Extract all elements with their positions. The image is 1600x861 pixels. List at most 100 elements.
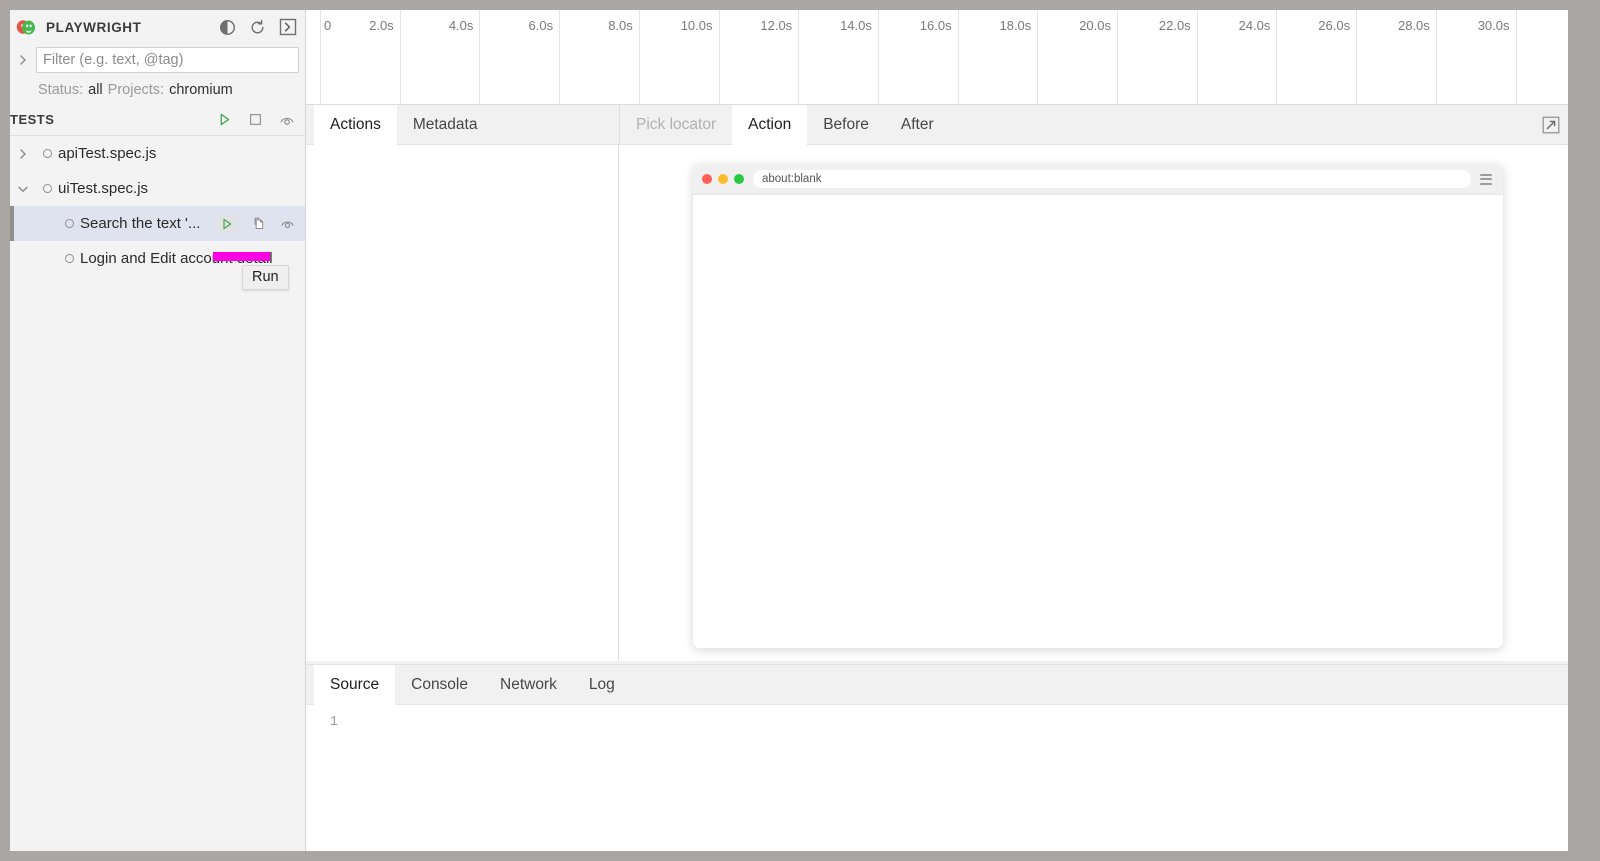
timeline-gridline xyxy=(1276,10,1278,104)
timeline-gridline xyxy=(1356,10,1358,104)
circle-outline-icon xyxy=(36,253,80,264)
test-row-label: Search the text '... xyxy=(80,215,201,232)
test-row[interactable]: Search the text '... xyxy=(10,206,305,241)
timeline-gridline xyxy=(1037,10,1039,104)
tab-before[interactable]: Before xyxy=(807,105,885,145)
timeline-tick-label: 14.0s xyxy=(840,18,872,33)
timeline-gridline xyxy=(638,10,640,104)
main-tabs-left: Actions Metadata xyxy=(314,105,493,145)
timeline-tick-label: 24.0s xyxy=(1238,18,1271,33)
test-row[interactable]: uiTest.spec.js xyxy=(10,171,305,206)
bottom-tabbar: Source Console Network Log xyxy=(306,665,1568,705)
timeline-tick-label: 18.0s xyxy=(999,18,1032,33)
minimize-dot[interactable] xyxy=(718,174,728,184)
circle-outline-icon xyxy=(36,148,58,159)
timeline-tick-label: 28.0s xyxy=(1397,18,1430,33)
timeline-tick-label: 0 xyxy=(324,18,332,33)
timeline-tick-label: 20.0s xyxy=(1079,18,1111,33)
traffic-lights xyxy=(702,174,744,184)
timeline-tick-label: 8.0s xyxy=(608,18,633,33)
browser-viewport xyxy=(693,195,1503,648)
timeline-gridline xyxy=(559,10,561,104)
popout-expand-icon[interactable] xyxy=(1540,114,1562,136)
source-code-view[interactable]: 1 xyxy=(306,705,1568,851)
tab-action[interactable]: Action xyxy=(732,105,808,145)
timeline-gridline xyxy=(399,10,401,104)
timeline-gridline xyxy=(718,10,720,104)
theme-toggle-icon[interactable] xyxy=(219,19,236,36)
timeline-gridline xyxy=(877,10,879,104)
timeline-tick-label: 4.0s xyxy=(448,18,474,33)
projects-value[interactable]: chromium xyxy=(169,82,233,98)
test-row[interactable]: apiTest.spec.js xyxy=(10,136,305,171)
circle-outline-icon xyxy=(36,183,58,194)
tests-header: TESTS xyxy=(10,104,305,136)
reload-icon[interactable] xyxy=(249,19,266,36)
stop-icon[interactable] xyxy=(248,112,263,127)
chevron-right-icon[interactable] xyxy=(10,148,36,160)
test-row-label: uiTest.spec.js xyxy=(58,180,149,197)
maximize-dot[interactable] xyxy=(734,174,744,184)
timeline-gridline xyxy=(479,10,481,104)
tab-console[interactable]: Console xyxy=(395,665,484,705)
app-title: PLAYWRIGHT xyxy=(46,19,142,35)
search-input[interactable] xyxy=(36,47,299,73)
tab-log[interactable]: Log xyxy=(573,665,631,705)
tests-toolbar xyxy=(217,112,295,128)
timeline-tick-label: 12.0s xyxy=(760,18,793,33)
timeline-gridline xyxy=(1196,10,1198,104)
timeline-tick-label: 16.0s xyxy=(919,18,952,33)
hamburger-menu-icon[interactable] xyxy=(1480,173,1494,185)
browser-snapshot-frame: about:blank xyxy=(693,164,1503,648)
timeline-tick-label: 6.0s xyxy=(528,18,554,33)
show-source-icon[interactable] xyxy=(251,216,266,231)
status-value[interactable]: all xyxy=(88,82,103,98)
tab-network[interactable]: Network xyxy=(484,665,573,705)
timeline-gridline xyxy=(798,10,800,104)
timeline-tick-label: 26.0s xyxy=(1318,18,1351,33)
snapshot-panel: about:blank xyxy=(620,145,1568,664)
tab-after[interactable]: After xyxy=(885,105,950,145)
timeline-gridline xyxy=(1435,10,1437,104)
filter-row xyxy=(10,44,305,76)
watch-icon[interactable] xyxy=(279,112,295,128)
timeline-tick-label: 30.0s xyxy=(1477,18,1510,33)
playwright-ui-window: PLAYWRIGHT Filter (e.g. text, @tag) Stat… xyxy=(10,10,1568,851)
chevron-right-icon[interactable] xyxy=(10,47,36,73)
main-tabs-right: Pick locator Action Before After xyxy=(620,105,950,145)
annotation-highlight xyxy=(213,252,270,261)
tests-title: TESTS xyxy=(10,112,55,127)
timeline-gridline xyxy=(1515,10,1517,104)
source-line: 1 xyxy=(306,713,1568,733)
timeline-gridline xyxy=(957,10,959,104)
timeline-ruler[interactable]: 0 2.0s 4.0s 6.0s 8.0s 10.0s 12.0s 14.0s 16.0s 18.… xyxy=(306,10,1568,105)
run-tooltip: Run xyxy=(242,265,289,290)
tab-metadata[interactable]: Metadata xyxy=(397,105,494,145)
watch-icon[interactable] xyxy=(280,216,295,231)
chevron-down-icon[interactable] xyxy=(10,183,36,195)
actions-list-panel[interactable] xyxy=(306,145,619,664)
projects-label: Projects: xyxy=(107,82,165,98)
status-line: Status: all Projects: chromium xyxy=(10,76,305,104)
run-test-icon[interactable] xyxy=(217,215,237,232)
timeline-tick-label: 2.0s xyxy=(369,18,394,33)
sidebar: PLAYWRIGHT Filter (e.g. text, @tag) Stat… xyxy=(10,10,306,851)
tab-actions[interactable]: Actions xyxy=(314,105,397,145)
tab-source[interactable]: Source xyxy=(314,665,396,705)
test-row-label: apiTest.spec.js xyxy=(58,145,157,162)
playwright-masks-icon xyxy=(14,15,38,39)
close-dot[interactable] xyxy=(702,174,712,184)
browser-url-bar[interactable]: about:blank xyxy=(753,170,1471,188)
toggle-output-icon[interactable] xyxy=(279,18,297,36)
timeline-gridline xyxy=(1117,10,1118,104)
tab-pick-locator: Pick locator xyxy=(636,116,717,133)
sidebar-header: PLAYWRIGHT xyxy=(10,10,305,44)
test-row-actions xyxy=(217,215,305,232)
timeline-tick-label: 22.0s xyxy=(1158,18,1191,33)
source-line-number: 1 xyxy=(329,715,338,730)
sidebar-header-icons xyxy=(219,18,297,36)
run-all-icon[interactable] xyxy=(217,112,232,127)
circle-outline-icon xyxy=(36,218,80,229)
bottom-panel: Source Console Network Log 1 xyxy=(306,664,1568,851)
timeline-tick-label: 10.0s xyxy=(680,18,713,33)
